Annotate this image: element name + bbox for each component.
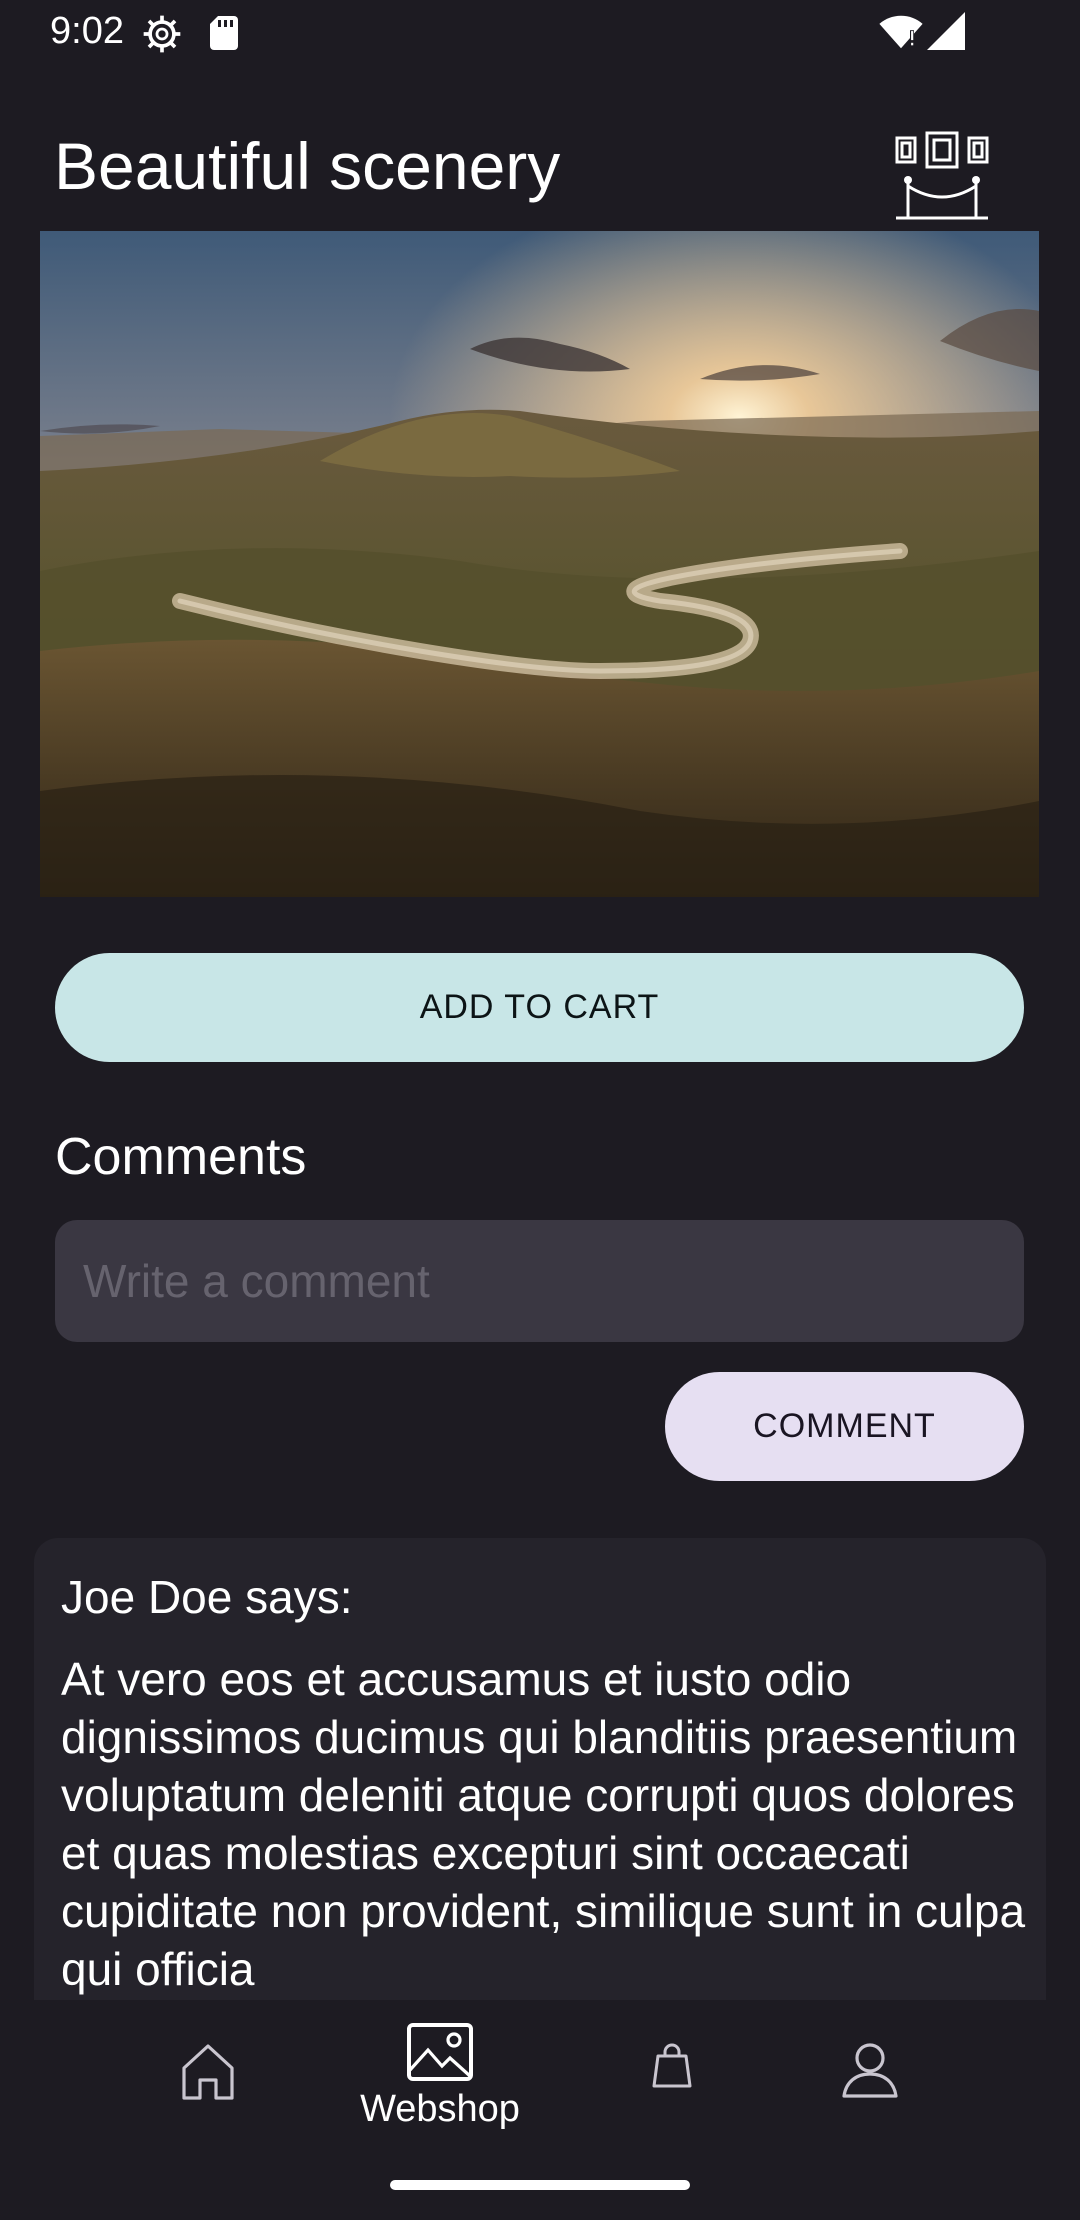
cell-signal-icon [927, 12, 965, 50]
status-bar: 9:02 [0, 0, 1080, 66]
status-time: 9:02 [50, 10, 124, 52]
home-icon [182, 2044, 234, 2100]
hero-image [40, 231, 1039, 897]
sd-card-icon [210, 16, 238, 50]
image-icon [407, 2023, 473, 2081]
shopping-bag-icon [652, 2043, 692, 2088]
person-icon [842, 2043, 898, 2098]
home-indicator[interactable] [390, 2180, 690, 2190]
comment-text: At vero eos et accusamus et iusto odio d… [61, 1653, 1026, 1995]
nav-home[interactable] [108, 2040, 308, 2160]
nav-profile[interactable] [770, 2040, 970, 2160]
add-to-cart-button[interactable]: ADD TO CART [55, 953, 1024, 1062]
comment-submit-button[interactable]: COMMENT [665, 1372, 1024, 1481]
wifi-alert-icon [879, 15, 923, 49]
comment-author: Joe Doe says: [61, 1571, 353, 1623]
page-title: Beautiful scenery [54, 129, 561, 203]
nav-webshop[interactable]: Webshop [340, 2022, 540, 2142]
gallery-exhibit-icon[interactable] [894, 130, 990, 222]
comments-heading: Comments [55, 1128, 307, 1186]
comment-input[interactable] [55, 1220, 1024, 1342]
gear-icon [143, 15, 181, 53]
nav-cart[interactable] [572, 2040, 772, 2160]
nav-webshop-label: Webshop [360, 2088, 520, 2130]
comment-card: Joe Doe says: At vero eos et accusamus e… [34, 1538, 1046, 2000]
